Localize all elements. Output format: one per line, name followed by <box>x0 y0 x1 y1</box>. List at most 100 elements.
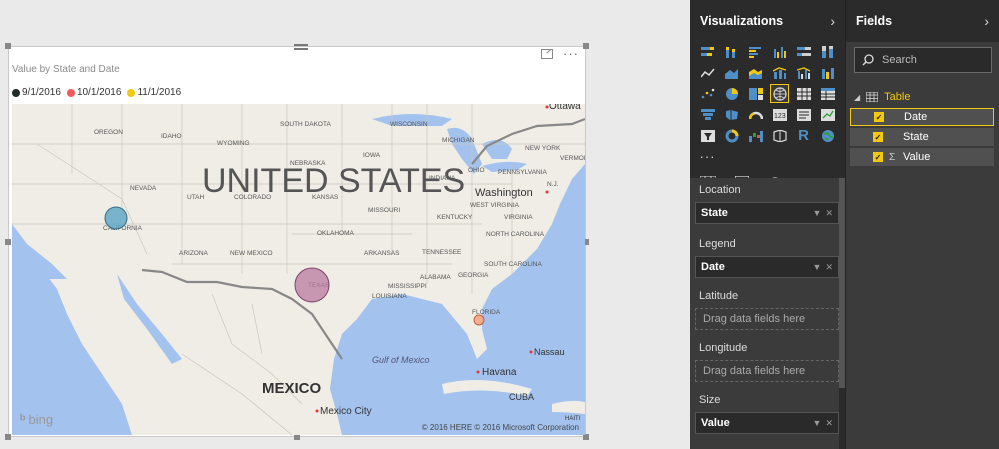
dropdown-arrow-icon[interactable]: ▼ <box>813 208 822 219</box>
more-options-icon[interactable]: ··· <box>563 47 579 60</box>
slicer-icon[interactable] <box>698 126 717 145</box>
kpi-icon[interactable] <box>818 105 837 124</box>
bing-logo: ᵇ bing <box>20 411 53 427</box>
chevron-right-icon[interactable]: › <box>984 13 989 29</box>
city-label-nassau: Nassau <box>534 347 565 357</box>
dropdown-arrow-icon[interactable]: ▼ <box>813 262 822 273</box>
table-node[interactable]: ◢ Table <box>846 88 999 106</box>
state-label: PENNSYLVANIA <box>498 169 548 176</box>
city-label-havana: Havana <box>482 367 517 378</box>
state-label: KENTUCKY <box>437 214 473 221</box>
state-label: SOUTH DAKOTA <box>280 121 331 128</box>
filled-map-icon[interactable] <box>722 105 741 124</box>
state-label: VIRGINIA <box>504 214 533 221</box>
expand-triangle-icon[interactable]: ◢ <box>854 93 860 102</box>
map-visual[interactable]: ··· Value by State and Date 9/1/2016 10/… <box>5 43 589 440</box>
100-column-icon[interactable] <box>818 42 837 61</box>
state-label: OREGON <box>94 129 123 136</box>
legend-item[interactable]: 10/1/2016 <box>66 87 121 98</box>
pane-title: Fields <box>856 14 893 28</box>
stacked-bar-icon[interactable] <box>698 42 717 61</box>
well-label-legend: Legend <box>699 238 736 250</box>
well-legend-field[interactable]: Date ▼ ✕ <box>695 256 839 278</box>
stacked-column-icon[interactable] <box>722 42 741 61</box>
waterfall-icon[interactable] <box>746 126 765 145</box>
well-field-name: Date <box>701 261 725 273</box>
clustered-bar-icon[interactable] <box>746 42 765 61</box>
ribbon-icon[interactable] <box>818 63 837 82</box>
gauge-icon[interactable] <box>746 105 765 124</box>
state-label: OKLAHOMA <box>317 230 355 237</box>
field-row-value[interactable]: ✓ Σ Value <box>850 148 994 166</box>
chevron-right-icon[interactable]: › <box>830 13 835 29</box>
resize-handle[interactable] <box>5 434 11 440</box>
line-clustered-icon[interactable] <box>794 63 813 82</box>
line-column-icon[interactable] <box>770 63 789 82</box>
map-copyright: © 2016 HERE © 2016 Microsoft Corporation <box>421 423 579 432</box>
100-bar-icon[interactable] <box>794 42 813 61</box>
scatter-icon[interactable] <box>698 84 717 103</box>
well-label-location: Location <box>699 184 741 196</box>
resize-handle[interactable] <box>5 43 11 49</box>
state-label: ALABAMA <box>420 274 451 281</box>
donut-icon[interactable] <box>722 126 741 145</box>
table-icon[interactable] <box>794 84 813 103</box>
shape-map-icon[interactable] <box>770 126 789 145</box>
dropdown-arrow-icon[interactable]: ▼ <box>813 418 822 429</box>
pie-icon[interactable] <box>722 84 741 103</box>
bubble-texas[interactable] <box>294 267 330 303</box>
card-icon[interactable]: 123 <box>770 105 789 124</box>
map-svg: OREGON IDAHO WYOMING SOUTH DAKOTA WISCON… <box>12 104 585 435</box>
legend: 9/1/2016 10/1/2016 11/1/2016 <box>12 87 181 98</box>
well-latitude-dropzone[interactable]: Drag data fields here <box>695 308 839 330</box>
fields-header: Fields › <box>846 0 999 42</box>
area-chart-icon[interactable] <box>722 63 741 82</box>
well-longitude-dropzone[interactable]: Drag data fields here <box>695 360 839 382</box>
field-name: Date <box>904 111 928 123</box>
checkbox-checked-icon[interactable]: ✓ <box>873 132 883 142</box>
bubble-florida[interactable] <box>473 314 485 326</box>
map-icon[interactable] <box>770 84 789 103</box>
field-row-date[interactable]: ✓ Date <box>850 108 994 126</box>
map-area[interactable]: OREGON IDAHO WYOMING SOUTH DAKOTA WISCON… <box>12 104 585 435</box>
search-input[interactable] <box>882 54 982 66</box>
focus-mode-icon[interactable] <box>541 49 553 59</box>
remove-field-icon[interactable]: ✕ <box>825 262 833 273</box>
resize-handle[interactable] <box>5 239 11 245</box>
r-visual-icon[interactable]: R <box>794 126 813 145</box>
fields-search[interactable] <box>854 47 992 73</box>
state-label: ARKANSAS <box>364 250 400 257</box>
well-size-field[interactable]: Value ▼ ✕ <box>695 412 839 434</box>
funnel-icon[interactable] <box>698 105 717 124</box>
well-field-name: Value <box>701 417 730 429</box>
visual-type-grid: 123 R ··· <box>690 42 845 166</box>
city-label-washington: Washington <box>475 187 533 199</box>
well-location-field[interactable]: State ▼ ✕ <box>695 202 839 224</box>
globe-icon[interactable] <box>818 126 837 145</box>
state-label: NEW YORK <box>525 145 561 152</box>
more-visuals-icon[interactable]: ··· <box>698 147 717 166</box>
line-chart-icon[interactable] <box>698 63 717 82</box>
legend-item[interactable]: 9/1/2016 <box>12 87 61 98</box>
remove-field-icon[interactable]: ✕ <box>825 208 833 219</box>
bubble-california[interactable] <box>104 206 128 230</box>
stacked-area-icon[interactable] <box>746 63 765 82</box>
field-row-state[interactable]: ✓ State <box>850 128 994 146</box>
drag-grip-icon[interactable] <box>294 44 308 50</box>
checkbox-checked-icon[interactable]: ✓ <box>873 152 883 162</box>
resize-handle[interactable] <box>583 43 589 49</box>
clustered-column-icon[interactable] <box>770 42 789 61</box>
treemap-icon[interactable] <box>746 84 765 103</box>
remove-field-icon[interactable]: ✕ <box>825 418 833 429</box>
state-label: VERMONT <box>560 155 585 162</box>
legend-dot-icon <box>127 88 136 97</box>
multirow-card-icon[interactable] <box>794 105 813 124</box>
legend-item[interactable]: 11/1/2016 <box>127 87 181 98</box>
hispaniola-land <box>552 400 585 414</box>
state-label: FLORIDA <box>472 309 501 316</box>
matrix-icon[interactable] <box>818 84 837 103</box>
state-label: WISCONSIN <box>390 121 428 128</box>
checkbox-checked-icon[interactable]: ✓ <box>874 112 884 122</box>
report-canvas: ··· Value by State and Date 9/1/2016 10/… <box>0 0 690 449</box>
state-label: NEVADA <box>130 185 157 192</box>
